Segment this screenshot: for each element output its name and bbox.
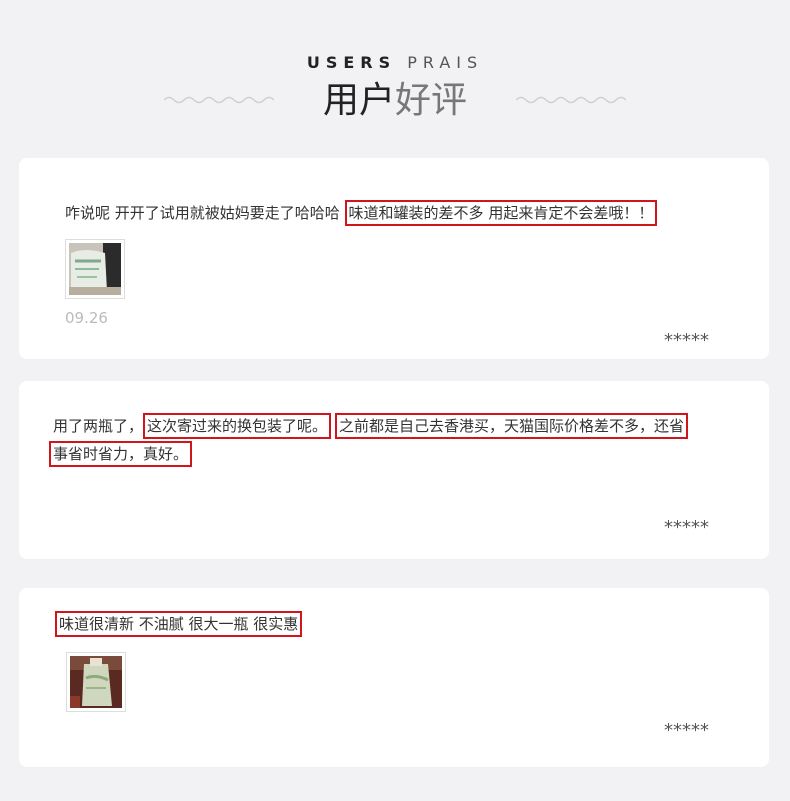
review-photo-thumbnail[interactable] (65, 239, 125, 299)
rating-stars: ***** (664, 330, 709, 351)
review-text-highlight: 这次寄过来的换包装了呢。 (143, 413, 332, 439)
review-date: 09.26 (65, 309, 108, 327)
review-text: 用了两瓶了， 这次寄过来的换包装了呢。 之前都是自己去香港买，天猫国际价格差不多，还… (53, 413, 689, 439)
review-text-line-2: 事省时省力，真好。 (49, 441, 193, 467)
review-text-plain: 咋说呢 开开了试用就被姑妈要走了哈哈哈 (65, 204, 345, 222)
title-dark: 用户 (322, 80, 395, 121)
subtitle-light: PRAIS (407, 53, 484, 72)
review-text-highlight: 味道和罐装的差不多 用起来肯定不会差哦！！ (344, 200, 658, 226)
subtitle-strong: USERS (306, 53, 397, 72)
title-light: 好评 (395, 80, 468, 121)
section-header: USERS PRAIS 用户好评 (0, 0, 790, 150)
section-subtitle: USERS PRAIS (0, 54, 790, 72)
wave-decoration-right-icon (516, 96, 626, 104)
review-text: 咋说呢 开开了试用就被姑妈要走了哈哈哈 味道和罐装的差不多 用起来肯定不会差哦！… (65, 200, 658, 226)
review-card: 味道很清新 不油腻 很大一瓶 很实惠 ***** (19, 588, 769, 767)
review-text: 味道很清新 不油腻 很大一瓶 很实惠 (55, 611, 303, 637)
review-text-highlight: 味道很清新 不油腻 很大一瓶 很实惠 (55, 611, 303, 637)
rating-stars: ***** (664, 720, 709, 741)
review-photo (70, 656, 122, 708)
section-title: 用户好评 (0, 80, 790, 122)
review-text-highlight: 事省时省力，真好。 (49, 441, 193, 467)
review-card: 咋说呢 开开了试用就被姑妈要走了哈哈哈 味道和罐装的差不多 用起来肯定不会差哦！… (19, 158, 769, 359)
rating-stars: ***** (664, 517, 709, 538)
review-photo-thumbnail[interactable] (66, 652, 126, 712)
review-card: 用了两瓶了， 这次寄过来的换包装了呢。 之前都是自己去香港买，天猫国际价格差不多，还… (19, 381, 769, 559)
review-text-plain: 用了两瓶了， (53, 417, 144, 435)
review-photo (69, 243, 121, 295)
review-text-highlight: 之前都是自己去香港买，天猫国际价格差不多，还省 (335, 413, 689, 439)
